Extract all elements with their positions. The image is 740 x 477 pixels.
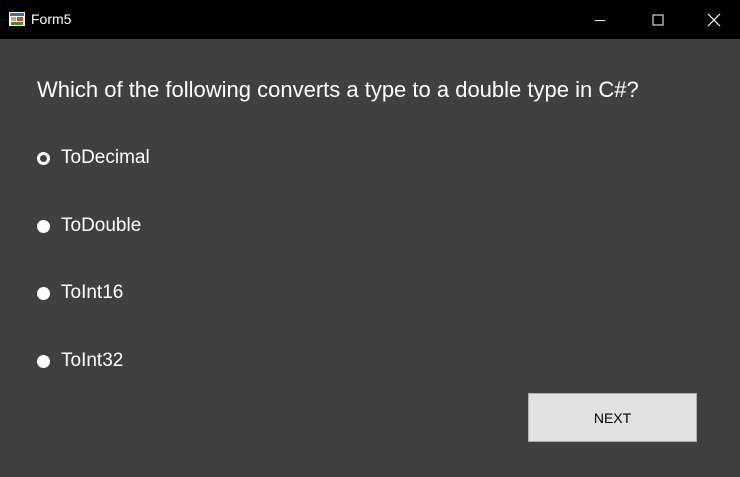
- option-label: ToDouble: [61, 215, 142, 236]
- minimize-icon: [595, 19, 605, 21]
- radio-button-icon[interactable]: [37, 286, 50, 300]
- option-toint32[interactable]: ToInt32: [37, 348, 123, 374]
- maximize-button[interactable]: [629, 0, 687, 39]
- radio-button-icon[interactable]: [37, 151, 50, 165]
- window-title: Form5: [31, 11, 72, 27]
- option-label: ToDecimal: [61, 147, 150, 168]
- option-toint16[interactable]: ToInt16: [37, 280, 123, 306]
- option-label: ToInt32: [61, 350, 124, 371]
- next-button[interactable]: NEXT: [528, 393, 697, 442]
- option-label: ToInt16: [61, 282, 124, 303]
- app-window: Form5 Which of the following converts a …: [0, 0, 740, 477]
- app-icon: [9, 12, 25, 26]
- form-client-area: Which of the following converts a type t…: [0, 39, 740, 477]
- radio-button-icon[interactable]: [37, 219, 50, 233]
- close-icon: [707, 13, 720, 26]
- close-button[interactable]: [687, 0, 740, 39]
- option-todecimal[interactable]: ToDecimal: [37, 145, 150, 171]
- title-bar[interactable]: Form5: [0, 0, 740, 39]
- option-todouble[interactable]: ToDouble: [37, 213, 141, 239]
- minimize-button[interactable]: [571, 0, 629, 39]
- maximize-icon: [652, 14, 664, 25]
- question-text: Which of the following converts a type t…: [37, 77, 639, 102]
- radio-button-icon[interactable]: [37, 354, 50, 368]
